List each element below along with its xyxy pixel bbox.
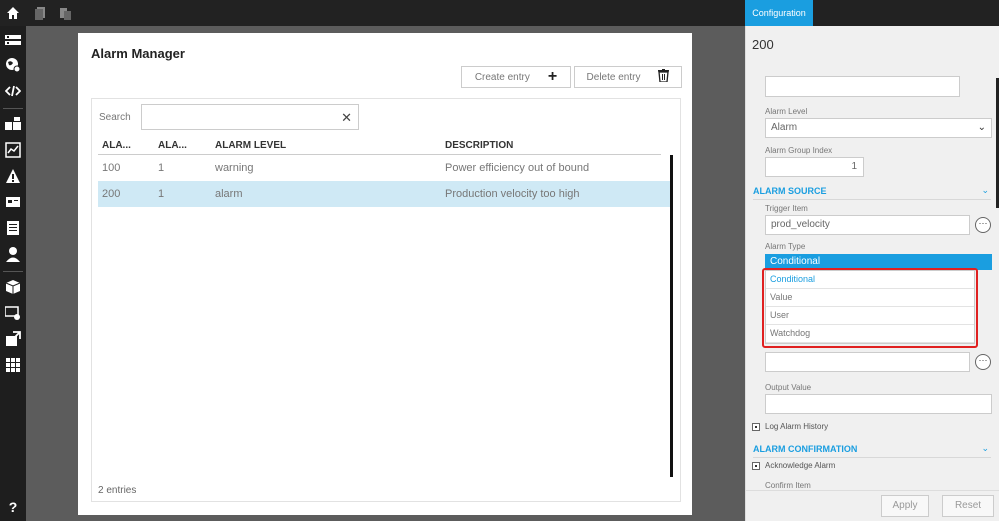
trigger-item-field[interactable]: prod_velocity	[765, 215, 970, 235]
column-header[interactable]: ALARM LEVEL	[215, 140, 286, 151]
log-history-label: Log Alarm History	[765, 422, 829, 431]
sidebar-package-icon[interactable]	[5, 279, 21, 295]
table-cell: alarm	[215, 188, 243, 200]
chevron-down-icon: ⌄	[981, 443, 989, 453]
alarm-level-select[interactable]: Alarm ⌄	[765, 118, 992, 138]
acknowledge-label: Acknowledge Alarm	[765, 461, 836, 470]
confirm-item-label: Confirm Item	[765, 481, 811, 490]
alarm-table: Search ✕ ALA... ALA... ALARM LEVEL DESCR…	[91, 98, 681, 502]
checkbox-icon	[752, 422, 760, 431]
group-index-field[interactable]: 1	[765, 157, 864, 177]
table-row[interactable]: 100 1 warning Power efficiency out of bo…	[98, 155, 671, 181]
divider	[753, 199, 991, 200]
top-toolbar: Configuration	[0, 0, 999, 26]
output-item-field[interactable]	[765, 352, 970, 372]
checkbox-icon	[752, 461, 760, 470]
group-index-label: Alarm Group Index	[765, 146, 833, 155]
alarm-text-field[interactable]	[765, 76, 960, 97]
page-title: Alarm Manager	[91, 46, 185, 61]
apply-button[interactable]: Apply	[881, 495, 929, 517]
more-options-icon[interactable]: ···	[975, 217, 991, 233]
table-cell: Power efficiency out of bound	[445, 162, 590, 174]
panel-footer: Apply Reset	[746, 490, 999, 521]
sidebar-card-icon[interactable]	[5, 194, 21, 210]
section-alarm-confirmation[interactable]: ALARM CONFIRMATION ⌄	[753, 443, 993, 454]
divider	[753, 457, 991, 458]
sidebar-divider	[3, 271, 23, 272]
sidebar-report-icon[interactable]	[5, 220, 21, 236]
entries-count: 2 entries	[98, 485, 137, 496]
home-icon[interactable]	[6, 6, 20, 20]
sidebar-modules-icon[interactable]	[5, 116, 21, 132]
chevron-down-icon: ⌄	[977, 122, 986, 133]
table-cell: 1	[158, 188, 165, 200]
table-header: ALA... ALA... ALARM LEVEL DESCRIPTION	[98, 139, 661, 155]
output-value-label: Output Value	[765, 383, 812, 392]
copy-icon[interactable]	[34, 6, 48, 20]
acknowledge-checkbox[interactable]: Acknowledge Alarm	[752, 461, 835, 470]
create-entry-button[interactable]: Create entry +	[461, 66, 571, 88]
table-cell: 1	[158, 162, 165, 174]
output-value-field[interactable]	[765, 394, 992, 414]
table-cell: 100	[102, 162, 121, 174]
search-label: Search	[99, 112, 131, 123]
more-options-icon[interactable]: ···	[975, 354, 991, 370]
clear-icon[interactable]: ✕	[341, 110, 352, 126]
alarm-level-value: Alarm	[771, 122, 798, 133]
chevron-down-icon: ⌄	[981, 185, 989, 195]
delete-entry-label: Delete entry	[586, 71, 641, 83]
trigger-item-label: Trigger Item	[765, 204, 808, 213]
sidebar: ?	[0, 26, 26, 521]
sidebar-trend-icon[interactable]	[5, 142, 21, 158]
alarm-manager-panel: Alarm Manager Create entry + Delete entr…	[78, 33, 692, 515]
sidebar-grid-icon[interactable]	[5, 357, 21, 373]
alarm-level-label: Alarm Level	[765, 107, 808, 116]
table-cell: warning	[215, 162, 254, 174]
sidebar-alarm-icon[interactable]	[5, 168, 21, 184]
sidebar-user-icon[interactable]	[5, 246, 21, 262]
sidebar-globe-icon[interactable]	[5, 57, 21, 73]
create-entry-label: Create entry	[474, 71, 530, 83]
dropdown-highlight-box	[762, 268, 978, 348]
table-cell: 200	[102, 188, 121, 200]
config-title: 200	[752, 37, 774, 52]
column-header[interactable]: ALA...	[158, 140, 187, 151]
reset-button[interactable]: Reset	[942, 495, 994, 517]
table-scrollbar[interactable]	[670, 155, 673, 477]
section-alarm-source[interactable]: ALARM SOURCE ⌄	[753, 185, 993, 196]
sidebar-export-icon[interactable]	[5, 331, 21, 347]
section-title: ALARM SOURCE	[753, 186, 827, 196]
plus-icon: +	[547, 68, 558, 85]
sidebar-device-settings-icon[interactable]	[4, 305, 21, 321]
section-title: ALARM CONFIRMATION	[753, 444, 858, 454]
trash-icon	[658, 68, 670, 86]
alarm-type-label: Alarm Type	[765, 242, 806, 251]
help-icon[interactable]: ?	[5, 499, 21, 515]
log-history-checkbox[interactable]: Log Alarm History	[752, 422, 828, 431]
tab-configuration[interactable]: Configuration	[745, 0, 813, 26]
column-header[interactable]: ALA...	[102, 140, 131, 151]
sidebar-list-icon[interactable]	[5, 32, 21, 48]
sidebar-divider	[3, 108, 23, 109]
search-input[interactable]: ✕	[141, 104, 359, 130]
paste-icon[interactable]	[58, 6, 72, 20]
sidebar-code-icon[interactable]	[4, 83, 22, 99]
table-cell: Production velocity too high	[445, 188, 580, 200]
column-header[interactable]: DESCRIPTION	[445, 140, 513, 151]
table-row-selected[interactable]: 200 1 alarm Production velocity too high	[98, 181, 671, 207]
delete-entry-button[interactable]: Delete entry	[574, 66, 682, 88]
